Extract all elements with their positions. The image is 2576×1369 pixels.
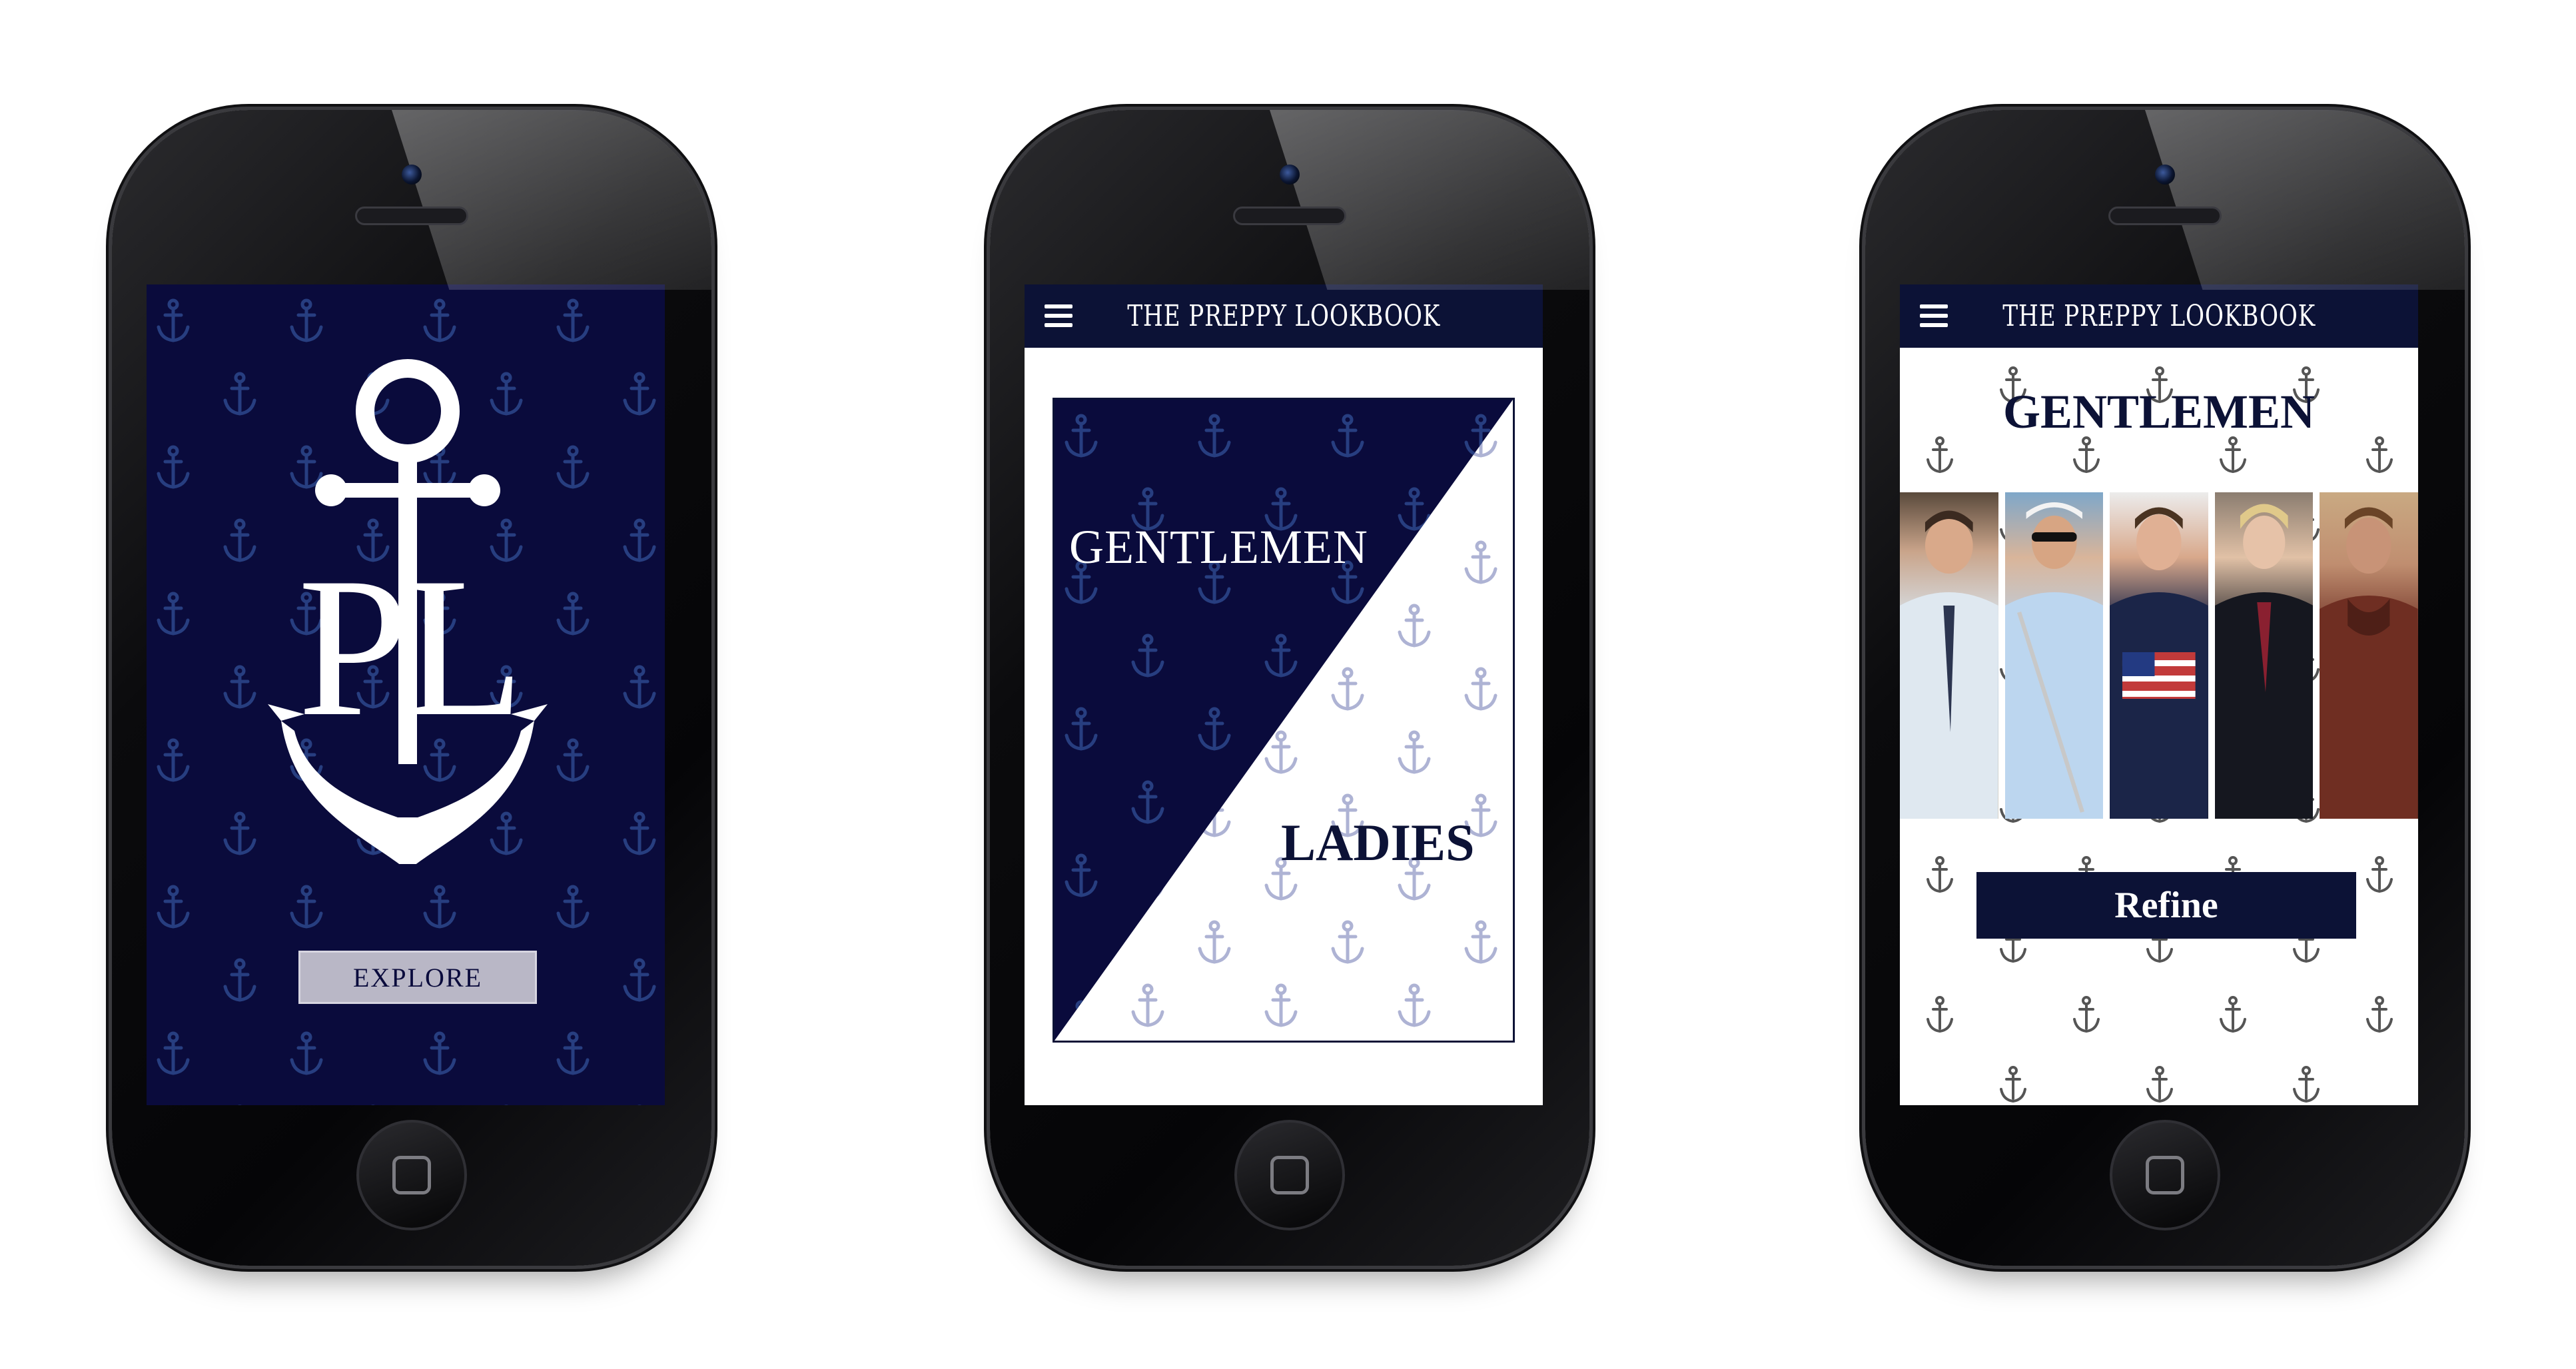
app-title: THE PREPPY LOOKBOOK [2002,299,2316,333]
earpiece-speaker [2108,207,2222,225]
earpiece-speaker [1233,207,1346,225]
power-button [515,110,608,111]
app-title: THE PREPPY LOOKBOOK [1127,299,1440,333]
front-camera [402,165,422,185]
lookbook-photo[interactable] [2320,492,2418,819]
phone-category: THE PREPPY LOOKBOOK GENTLEMEN LADIES [990,110,1589,1266]
earpiece-speaker [355,207,468,225]
lookbook-photo[interactable] [2110,492,2208,819]
explore-button[interactable]: EXPLORE [298,951,537,1004]
gentlemen-link[interactable]: GENTLEMEN [1069,520,1368,575]
power-button [1393,110,1486,111]
phone-splash: PL EXPLORE [112,110,711,1266]
app-header: THE PREPPY LOOKBOOK [1900,284,2418,348]
pl-anchor-logo: PL [268,359,548,864]
ladies-link[interactable]: LADIES [1281,813,1474,873]
front-camera [1280,165,1300,185]
category-split-panel: GENTLEMEN LADIES [1053,398,1515,1043]
category-screen: THE PREPPY LOOKBOOK GENTLEMEN LADIES [1025,284,1543,1105]
hamburger-menu-icon[interactable] [1045,304,1073,327]
home-button [1234,1120,1345,1230]
splash-screen: PL EXPLORE [147,284,665,1105]
home-square-icon [2146,1156,2184,1194]
home-button [2110,1120,2220,1230]
section-title: GENTLEMEN [2002,385,2316,438]
power-button [2268,110,2361,111]
front-camera [2155,165,2175,185]
home-button [356,1120,467,1230]
lookbook-photo[interactable] [1900,492,1998,819]
refine-button[interactable]: Refine [1976,872,2356,939]
phone-gentlemen: THE PREPPY LOOKBOOK GENTLEMEN Refine [1865,110,2465,1266]
gentlemen-screen: THE PREPPY LOOKBOOK GENTLEMEN Refine [1900,284,2418,1105]
lookbook-photo[interactable] [2214,492,2314,819]
home-square-icon [392,1156,431,1194]
app-header: THE PREPPY LOOKBOOK [1025,284,1543,348]
lookbook-photo-strip [1900,492,2418,819]
logo-monogram: PL [298,536,518,757]
hamburger-menu-icon[interactable] [1920,304,1948,327]
home-square-icon [1270,1156,1309,1194]
lookbook-photo[interactable] [2004,492,2104,819]
